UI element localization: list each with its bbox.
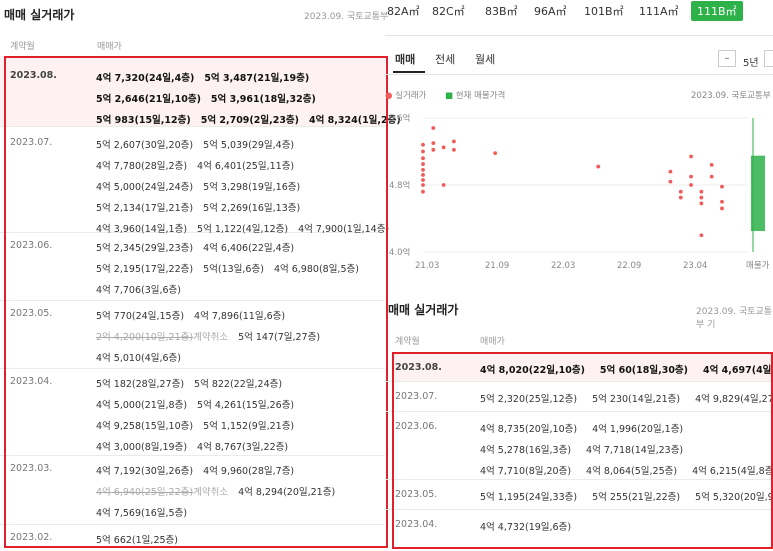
right-highlight-frame bbox=[392, 352, 773, 549]
left-highlight-frame bbox=[4, 56, 388, 548]
right-panel: 82A㎡ 82C㎡ 83B㎡ 96A㎡ 101B㎡ 111A㎡ 111B㎡ 매매 전세 월세… bbox=[385, 0, 773, 551]
